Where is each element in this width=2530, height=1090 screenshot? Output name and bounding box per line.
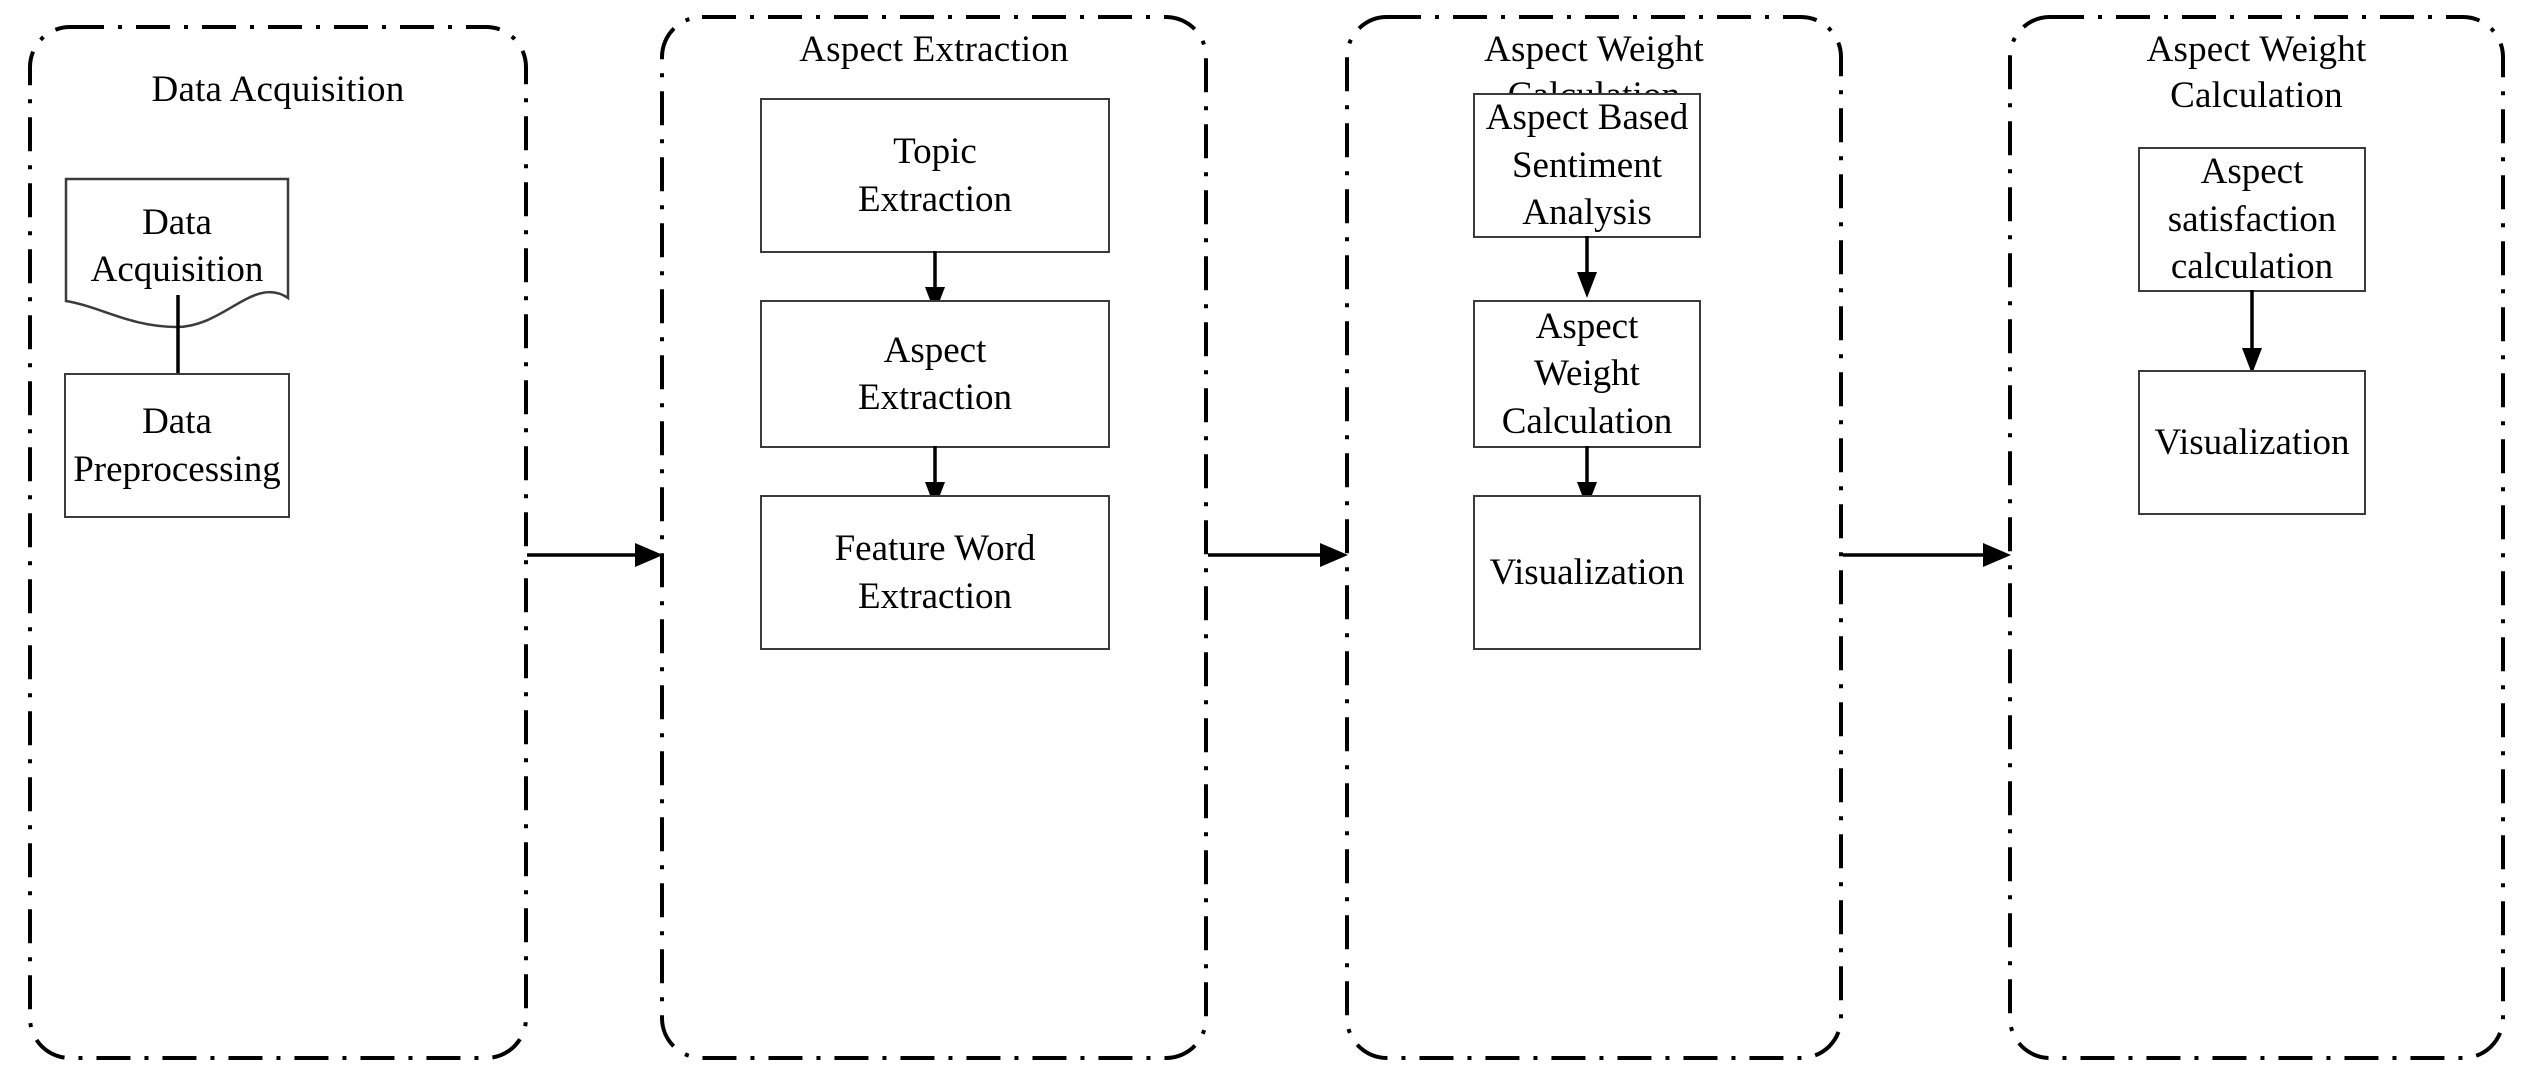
node-label-feature-word-extraction: Feature Word Extraction — [834, 528, 1036, 617]
stage-title-aspect-extraction: Aspect Extraction — [799, 29, 1069, 70]
stage-data-acquisition: Data Acquisition Data Acquisition Data P… — [28, 25, 528, 1060]
node-label-aspect-extraction: Aspect Extraction — [857, 329, 1013, 418]
stage-title-aspect-weight-calculation-2: Aspect Weight Calculation — [2146, 29, 2367, 117]
stage-aspect-extraction: Aspect Extraction Topic Extraction Aspec… — [660, 15, 1208, 1060]
node-aspect-based-sentiment-analysis: Aspect Based Sentiment Analysis — [1473, 93, 1701, 238]
arrow-sentiment-analysis-to-weight-calculation — [1577, 236, 1597, 298]
node-label-aspect-satisfaction-calculation: Aspect satisfaction calculation — [2167, 151, 2337, 288]
arrow-stage1-to-stage2 — [527, 543, 663, 567]
arrow-satisfaction-to-visualization — [2242, 290, 2262, 374]
node-label-visualization-stage4: Visualization — [2154, 421, 2350, 463]
arrow-stage3-to-stage4 — [1843, 543, 2011, 567]
flowchart-canvas: Data Acquisition Data Acquisition Data P… — [0, 0, 2530, 1090]
node-label-aspect-based-sentiment-analysis: Aspect Based Sentiment Analysis — [1485, 97, 1689, 234]
node-feature-word-extraction: Feature Word Extraction — [760, 495, 1110, 650]
node-aspect-extraction: Aspect Extraction — [760, 300, 1110, 448]
node-topic-extraction: Topic Extraction — [760, 98, 1110, 253]
node-aspect-satisfaction-calculation: Aspect satisfaction calculation — [2138, 147, 2366, 292]
node-label-data-acquisition: Data Acquisition — [90, 202, 264, 291]
node-visualization-stage4: Visualization — [2138, 370, 2366, 515]
arrow-stage2-to-stage3 — [1208, 543, 1348, 567]
node-label-data-preprocessing: Data Preprocessing — [73, 401, 281, 490]
node-aspect-weight-calculation: Aspect Weight Calculation — [1473, 300, 1701, 448]
node-label-aspect-weight-calculation: Aspect Weight Calculation — [1501, 305, 1673, 442]
node-data-preprocessing: Data Preprocessing — [64, 373, 290, 518]
node-data-acquisition: Data Acquisition — [64, 177, 290, 329]
stage-aspect-weight-calculation-2: Aspect Weight Calculation Aspect satisfa… — [2008, 15, 2505, 1060]
node-label-topic-extraction: Topic Extraction — [857, 131, 1013, 220]
node-label-visualization-stage3: Visualization — [1489, 551, 1685, 593]
stage-aspect-weight-calculation: Aspect Weight Calculation Aspect Based S… — [1345, 15, 1843, 1060]
stage-title-data-acquisition: Data Acquisition — [151, 69, 405, 110]
node-visualization-stage3: Visualization — [1473, 495, 1701, 650]
